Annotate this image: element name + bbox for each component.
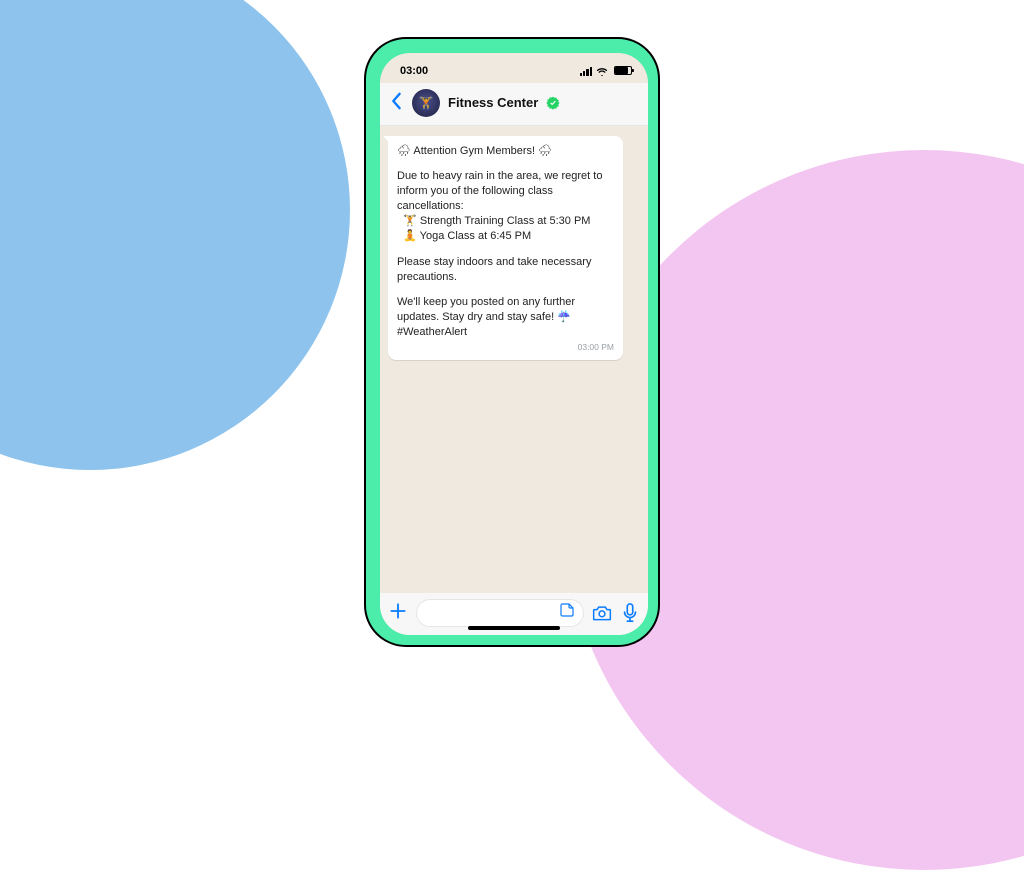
message-line: Due to heavy rain in the area, we regret… (397, 170, 602, 212)
signal-icon (580, 66, 592, 76)
battery-icon (614, 66, 632, 75)
status-bar: 03:00 (380, 53, 648, 83)
message-line: We'll keep you posted on any further upd… (397, 295, 614, 341)
message-line: 🌧 Attention Gym Members! 🌧 (397, 144, 614, 159)
message-list[interactable]: 🌧 Attention Gym Members! 🌧 Due to heavy … (380, 126, 648, 593)
back-button[interactable] (388, 92, 404, 114)
avatar[interactable]: 🏋️ (412, 89, 440, 117)
message-timestamp: 03:00 PM (397, 342, 614, 354)
chat-header: 🏋️ Fitness Center (380, 83, 648, 126)
verified-badge-icon (546, 96, 560, 110)
message-line: 🏋️ Strength Training Class at 5:30 PM (403, 215, 590, 227)
message-bubble: 🌧 Attention Gym Members! 🌧 Due to heavy … (388, 136, 623, 361)
background-blob-blue (0, 0, 350, 470)
phone-screen: 03:00 (380, 53, 648, 635)
phone-frame: 03:00 (364, 37, 660, 647)
camera-button[interactable] (592, 604, 612, 622)
mic-button[interactable] (620, 603, 640, 623)
message-input[interactable] (416, 599, 584, 627)
status-time: 03:00 (400, 65, 428, 77)
home-indicator[interactable] (468, 626, 560, 630)
wifi-icon (595, 66, 609, 76)
message-line: 🧘 Yoga Class at 6:45 PM (403, 230, 531, 242)
attach-button[interactable] (388, 601, 408, 625)
sticker-icon[interactable] (559, 602, 575, 623)
status-icons (580, 66, 632, 76)
avatar-emoji: 🏋️ (419, 96, 434, 110)
message-line: Please stay indoors and take necessary p… (397, 255, 614, 285)
chat-title[interactable]: Fitness Center (448, 95, 538, 110)
